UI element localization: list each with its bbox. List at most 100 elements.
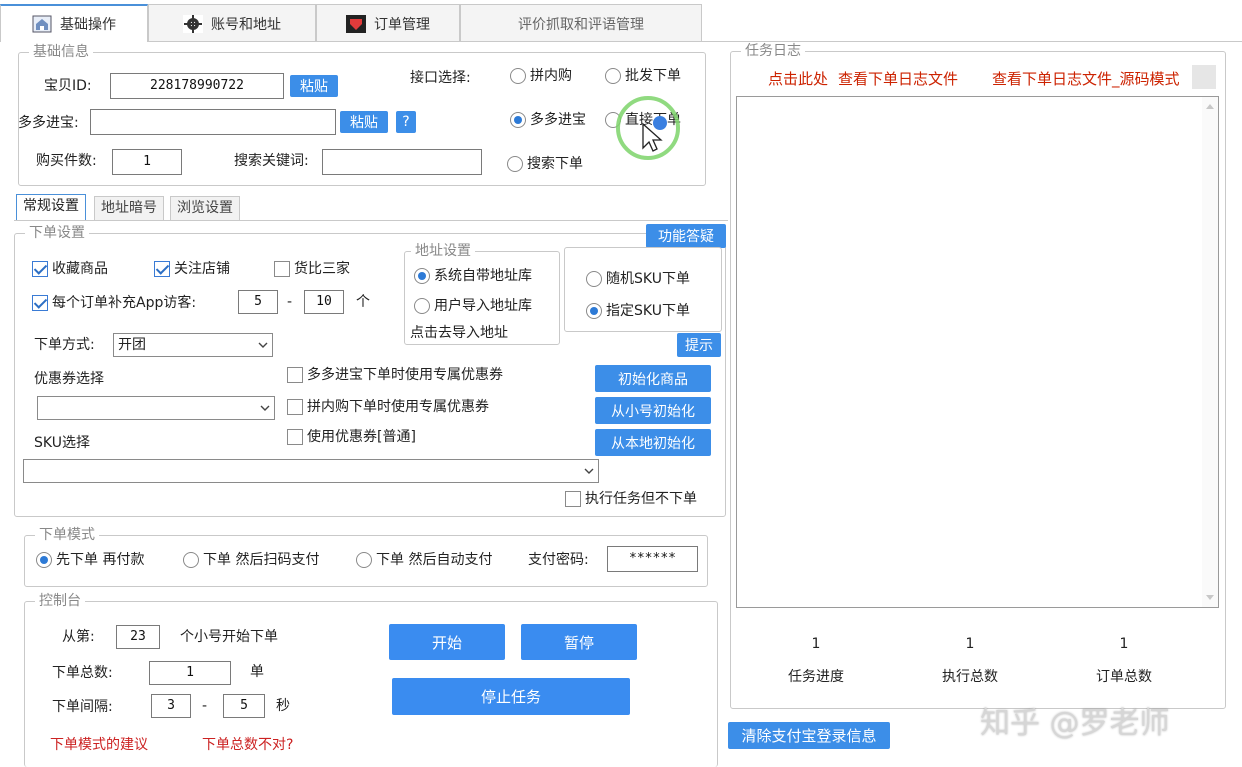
mode-scan-pay-radio[interactable]: 下单 然后扫码支付 bbox=[183, 551, 319, 569]
pause-button[interactable]: 暂停 bbox=[521, 624, 637, 660]
order-method-select[interactable]: 开团 bbox=[113, 333, 273, 357]
main-tab-bar: 基础操作 账号和地址 订单管理 评价抓取和评语管理 bbox=[0, 0, 1242, 42]
sku-specified-radio[interactable]: 指定SKU下单 bbox=[586, 302, 690, 320]
subtab-browse-settings[interactable]: 浏览设置 bbox=[170, 196, 240, 221]
order-settings-legend: 下单设置 bbox=[25, 224, 89, 242]
interface-duoduo-radio[interactable]: 多多进宝 bbox=[510, 111, 586, 129]
checkbox-label: 执行任务但不下单 bbox=[585, 491, 697, 507]
interface-search-radio[interactable]: 搜索下单 bbox=[507, 155, 583, 173]
radio-label: 指定SKU下单 bbox=[606, 303, 690, 319]
interface-wholesale-radio[interactable]: 批发下单 bbox=[605, 67, 681, 85]
checkbox-indicator bbox=[287, 399, 303, 415]
tip-button[interactable]: 提示 bbox=[677, 333, 721, 357]
stop-task-button[interactable]: 停止任务 bbox=[392, 678, 630, 715]
help-button[interactable]: ? bbox=[396, 111, 416, 133]
interval-dash: - bbox=[202, 698, 208, 714]
scroll-down-icon[interactable] bbox=[1206, 595, 1214, 601]
start-button[interactable]: 开始 bbox=[389, 624, 505, 660]
radio-label: 批发下单 bbox=[625, 68, 681, 84]
sku-random-radio[interactable]: 随机SKU下单 bbox=[586, 270, 690, 288]
tab-review-management[interactable]: 评价抓取和评语管理 bbox=[460, 4, 702, 42]
radio-label: 多多进宝 bbox=[530, 112, 586, 128]
exec-total-label: 执行总数 bbox=[942, 669, 998, 685]
subtab-divider bbox=[14, 220, 728, 221]
radio-indicator bbox=[36, 552, 52, 568]
quantity-input[interactable]: 1 bbox=[112, 149, 182, 175]
interval-unit: 秒 bbox=[276, 698, 290, 714]
view-log-source-link[interactable]: 查看下单日志文件_源码模式 bbox=[992, 70, 1180, 88]
watermark: 知乎 @罗老师 bbox=[980, 706, 1170, 741]
import-address-link[interactable]: 点击去导入地址 bbox=[410, 324, 508, 342]
clear-alipay-login-button[interactable]: 清除支付宝登录信息 bbox=[728, 722, 890, 749]
init-goods-button[interactable]: 初始化商品 bbox=[595, 365, 711, 392]
subtab-address-code[interactable]: 地址暗号 bbox=[94, 196, 164, 221]
progress-value: 1 bbox=[811, 636, 821, 652]
visitors-max-input[interactable]: 10 bbox=[304, 290, 344, 314]
item-id-input[interactable]: 228178990722 bbox=[110, 73, 284, 99]
checkbox-label: 使用优惠券[普通] bbox=[307, 429, 416, 445]
order-mode-advice-link[interactable]: 下单模式的建议 bbox=[50, 736, 148, 754]
address-settings-legend: 地址设置 bbox=[411, 242, 475, 260]
checkbox-label: 收藏商品 bbox=[52, 261, 108, 277]
paste-item-id-button[interactable]: 粘贴 bbox=[290, 75, 338, 97]
progress-label: 任务进度 bbox=[788, 669, 844, 685]
scroll-up-icon[interactable] bbox=[1206, 103, 1214, 109]
sku-select[interactable] bbox=[23, 459, 599, 483]
radio-indicator bbox=[356, 552, 372, 568]
duoduo-label: 多多进宝: bbox=[18, 115, 79, 131]
pinneigou-coupon-checkbox[interactable]: 拼内购下单时使用专属优惠券 bbox=[287, 398, 489, 416]
log-scrollbar[interactable] bbox=[1202, 97, 1218, 607]
subtab-general-settings[interactable]: 常规设置 bbox=[16, 194, 86, 221]
basic-info-legend: 基础信息 bbox=[29, 43, 93, 61]
exec-no-order-checkbox[interactable]: 执行任务但不下单 bbox=[565, 490, 697, 508]
favorite-goods-checkbox[interactable]: 收藏商品 bbox=[32, 260, 108, 278]
interval-min-input[interactable]: 3 bbox=[151, 694, 191, 718]
order-total-input[interactable]: 1 bbox=[149, 661, 231, 685]
follow-shop-checkbox[interactable]: 关注店铺 bbox=[154, 260, 230, 278]
task-log-textarea[interactable] bbox=[736, 96, 1219, 608]
duoduo-coupon-checkbox[interactable]: 多多进宝下单时使用专属优惠券 bbox=[287, 366, 503, 384]
interface-pinneigou-radio[interactable]: 拼内购 bbox=[510, 67, 572, 85]
coupon-select[interactable] bbox=[37, 396, 275, 420]
checkbox-indicator bbox=[565, 491, 581, 507]
address-system-radio[interactable]: 系统自带地址库 bbox=[414, 267, 532, 285]
normal-coupon-checkbox[interactable]: 使用优惠券[普通] bbox=[287, 428, 416, 446]
compare-three-checkbox[interactable]: 货比三家 bbox=[274, 260, 350, 278]
tab-basic-operations[interactable]: 基础操作 bbox=[0, 4, 148, 42]
tab-accounts-addresses[interactable]: 账号和地址 bbox=[148, 4, 316, 42]
tab-label: 账号和地址 bbox=[211, 16, 281, 33]
log-scroll-handle[interactable] bbox=[1192, 65, 1216, 89]
checkbox-label: 关注店铺 bbox=[174, 261, 230, 277]
start-from-input[interactable]: 23 bbox=[116, 625, 160, 649]
init-from-local-button[interactable]: 从本地初始化 bbox=[595, 429, 711, 456]
radio-indicator bbox=[586, 303, 602, 319]
order-total-wrong-link[interactable]: 下单总数不对? bbox=[202, 736, 293, 754]
checkbox-label: 货比三家 bbox=[294, 261, 350, 277]
paste-duoduo-button[interactable]: 粘贴 bbox=[340, 111, 388, 133]
mode-order-then-pay-radio[interactable]: 先下单 再付款 bbox=[36, 551, 144, 569]
gear-icon bbox=[183, 14, 203, 33]
tab-order-management[interactable]: 订单管理 bbox=[316, 4, 460, 42]
duoduo-input[interactable] bbox=[90, 109, 336, 135]
init-from-account-button[interactable]: 从小号初始化 bbox=[595, 397, 711, 424]
address-user-radio[interactable]: 用户导入地址库 bbox=[414, 297, 532, 315]
app-visitors-checkbox[interactable]: 每个订单补充App访客: bbox=[32, 294, 196, 312]
radio-label: 随机SKU下单 bbox=[606, 271, 690, 287]
interval-max-input[interactable]: 5 bbox=[223, 694, 265, 718]
checkbox-indicator bbox=[154, 261, 170, 277]
checkbox-indicator bbox=[32, 261, 48, 277]
pay-password-input[interactable]: ****** bbox=[607, 546, 698, 572]
faq-button[interactable]: 功能答疑 bbox=[646, 224, 726, 248]
view-log-file-link[interactable]: 查看下单日志文件 bbox=[838, 70, 958, 88]
order-method-label: 下单方式: bbox=[34, 337, 95, 353]
keyword-label: 搜索关键词: bbox=[234, 153, 309, 169]
radio-label: 下单 然后自动支付 bbox=[376, 552, 493, 568]
order-interval-label: 下单间隔: bbox=[52, 699, 113, 715]
tab-label: 订单管理 bbox=[374, 16, 430, 33]
visitors-min-input[interactable]: 5 bbox=[238, 290, 278, 314]
radio-indicator bbox=[605, 68, 621, 84]
mode-auto-pay-radio[interactable]: 下单 然后自动支付 bbox=[356, 551, 492, 569]
mouse-cursor-icon bbox=[616, 96, 680, 160]
click-here-link[interactable]: 点击此处 bbox=[768, 70, 828, 88]
keyword-input[interactable] bbox=[322, 149, 482, 175]
